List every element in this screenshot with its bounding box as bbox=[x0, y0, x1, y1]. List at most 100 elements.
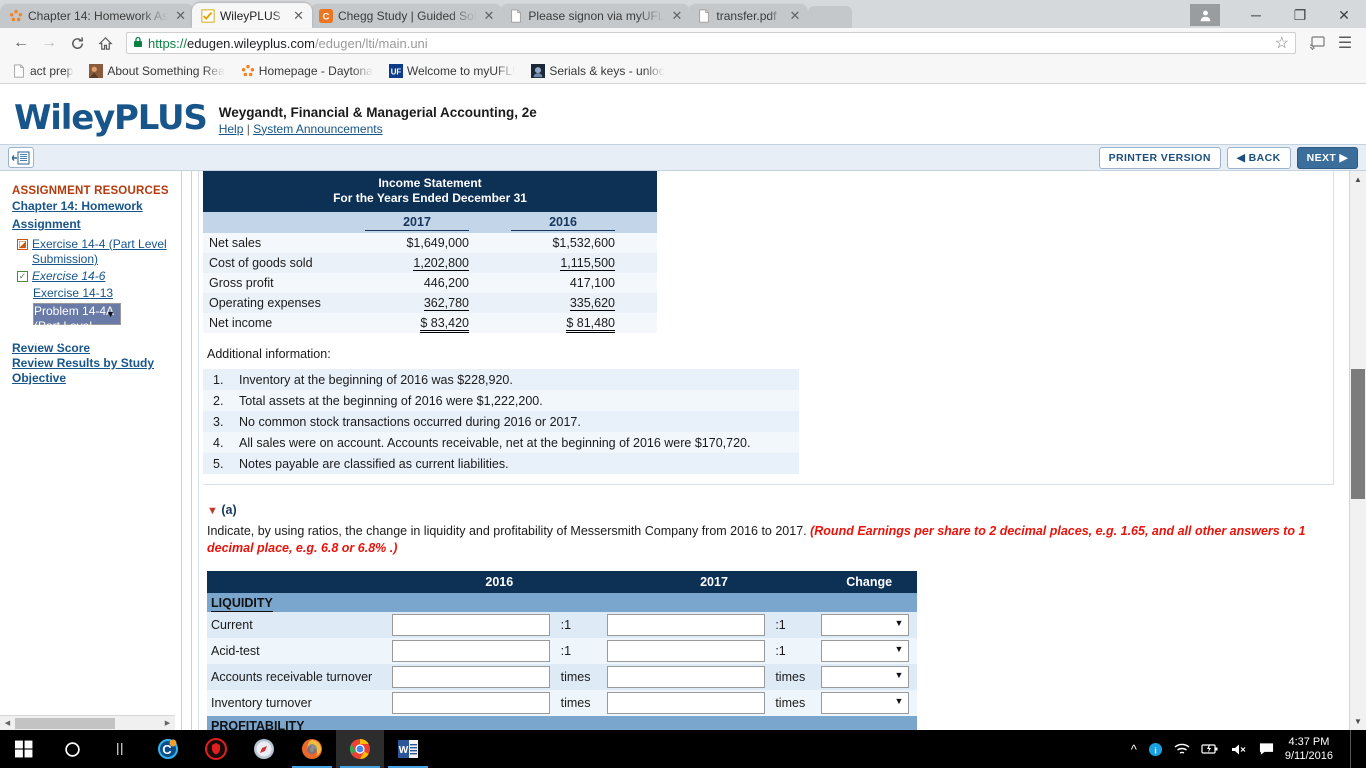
svg-text:W: W bbox=[399, 745, 409, 756]
new-tab-button[interactable] bbox=[808, 6, 853, 28]
scroll-up-icon[interactable]: ▲ bbox=[1350, 171, 1366, 188]
bookmark-item[interactable]: About Something Rea bbox=[83, 63, 230, 78]
row-label: Gross profit bbox=[209, 276, 274, 290]
ar-turnover-change-select[interactable] bbox=[821, 666, 910, 688]
tab-title: transfer.pdf bbox=[716, 8, 777, 23]
scroll-right-icon[interactable]: ▶ bbox=[160, 719, 175, 727]
scroll-down-icon[interactable]: ▼ bbox=[1350, 713, 1366, 730]
sidebar-item-exercise-14-6[interactable]: ✓ Exercise 14-6 bbox=[12, 269, 198, 284]
scrollbar-thumb[interactable] bbox=[1351, 369, 1365, 499]
action-center-icon[interactable] bbox=[1259, 742, 1274, 756]
close-window-button[interactable]: ✕ bbox=[1322, 0, 1366, 30]
sidebar-item-exercise-14-13[interactable]: Exercise 14-13 bbox=[12, 286, 198, 301]
acid-test-2017-input[interactable] bbox=[606, 640, 765, 662]
browser-tab[interactable]: transfer.pdf ✕ bbox=[688, 3, 809, 28]
volume-muted-icon[interactable] bbox=[1230, 743, 1248, 756]
unit-label: times bbox=[775, 696, 806, 710]
bookmark-item[interactable]: Serials & keys - unloc bbox=[525, 63, 670, 78]
chrome-menu-icon[interactable]: ☰ bbox=[1332, 30, 1358, 56]
sidebar-item-exercise-14-4[interactable]: ◪ Exercise 14-4 (Part Level Submission) bbox=[12, 237, 198, 267]
page-icon bbox=[511, 8, 522, 23]
taskbar-app-compass[interactable] bbox=[240, 730, 288, 768]
tab-strip: Chapter 14: Homework As ✕ WileyPLUS ✕ C … bbox=[0, 0, 1366, 28]
section-a-header[interactable]: ▼ (a) bbox=[207, 503, 1334, 517]
acid-test-2016-input[interactable] bbox=[391, 640, 550, 662]
close-icon[interactable]: ✕ bbox=[291, 9, 306, 22]
ar-turnover-2017-input[interactable] bbox=[606, 666, 765, 688]
inventory-turnover-2016-input[interactable] bbox=[391, 692, 550, 714]
close-icon[interactable]: ✕ bbox=[669, 9, 684, 22]
task-view-icon bbox=[117, 743, 123, 755]
review-results-link[interactable]: Review Results by Study Objective bbox=[12, 356, 198, 386]
next-button[interactable]: NEXT ▶ bbox=[1296, 146, 1358, 169]
bookmark-item[interactable]: Homepage - Daytona bbox=[235, 64, 379, 78]
taskbar-app-antivirus[interactable] bbox=[192, 730, 240, 768]
tab-title: Chegg Study | Guided Sol bbox=[337, 8, 477, 23]
book-title: Weygandt, Financial & Managerial Account… bbox=[218, 104, 537, 120]
clock-time: 4:37 PM bbox=[1288, 736, 1330, 748]
cortana-search-button[interactable] bbox=[48, 730, 96, 768]
bookmark-star-icon[interactable]: ☆ bbox=[1275, 33, 1289, 53]
ar-turnover-2016-input[interactable] bbox=[391, 666, 550, 688]
task-view-button[interactable] bbox=[96, 730, 144, 768]
current-change-select[interactable] bbox=[821, 614, 910, 636]
maximize-button[interactable]: ❐ bbox=[1278, 0, 1322, 30]
profile-icon[interactable] bbox=[1190, 4, 1220, 26]
start-button[interactable] bbox=[0, 730, 48, 768]
acid-test-change-select[interactable] bbox=[821, 640, 910, 662]
taskbar-clock[interactable]: 4:37 PM 9/11/2016 bbox=[1285, 735, 1339, 763]
minimize-button[interactable]: ─ bbox=[1234, 0, 1278, 30]
bookmark-item[interactable]: UF Welcome to myUFL! bbox=[383, 63, 521, 78]
system-announcements-link[interactable]: System Announcements bbox=[253, 122, 382, 136]
browser-tab[interactable]: Please signon via myUFL ✕ bbox=[500, 3, 691, 28]
section-band-liquidity: LIQUIDITY bbox=[207, 593, 917, 612]
sidebar-horizontal-scrollbar[interactable]: ◀ ▶ bbox=[0, 715, 175, 730]
reload-icon[interactable] bbox=[64, 30, 90, 56]
forward-icon[interactable]: → bbox=[36, 30, 62, 56]
triangle-down-icon[interactable]: ▼ bbox=[207, 505, 218, 517]
realtek-icon[interactable]: i bbox=[1148, 742, 1163, 757]
address-bar[interactable]: https://edugen.wileyplus.com/edugen/lti/… bbox=[126, 32, 1296, 54]
band-label: PROFITABILITY bbox=[211, 718, 305, 730]
printer-version-button[interactable]: PRINTER VERSION bbox=[1098, 146, 1221, 169]
battery-icon[interactable] bbox=[1201, 743, 1219, 755]
column-header-blank bbox=[207, 571, 392, 593]
tray-chevron-icon[interactable]: ^ bbox=[1131, 742, 1137, 757]
collapse-sidebar-button[interactable] bbox=[8, 147, 34, 168]
bookmark-label: act prep bbox=[30, 63, 74, 78]
content-vertical-scrollbar[interactable]: ▲ ▼ bbox=[1349, 171, 1366, 730]
browser-tab[interactable]: Chapter 14: Homework As ✕ bbox=[0, 3, 194, 28]
browser-tab[interactable]: C Chegg Study | Guided Sol ✕ bbox=[309, 3, 503, 28]
close-icon[interactable]: ✕ bbox=[482, 9, 497, 22]
home-icon[interactable] bbox=[92, 30, 118, 56]
current-2016-input[interactable] bbox=[391, 614, 550, 636]
taskbar-app-word[interactable]: W bbox=[384, 730, 432, 768]
complete-check-icon: ✓ bbox=[17, 271, 28, 282]
wifi-icon[interactable] bbox=[1174, 743, 1190, 756]
item-text: Inventory at the beginning of 2016 was $… bbox=[239, 372, 513, 387]
back-icon[interactable]: ← bbox=[8, 30, 34, 56]
taskbar-app-firefox[interactable] bbox=[288, 730, 336, 768]
sidebar-item-label: Problem 14-4A (Part Level Submission) bbox=[33, 303, 121, 348]
close-icon[interactable]: ✕ bbox=[173, 9, 188, 22]
show-desktop-button[interactable] bbox=[1350, 730, 1356, 768]
bookmark-item[interactable]: act prep bbox=[6, 64, 79, 78]
sidebar-item-problem-14-4a[interactable]: Problem 14-4A (Part Level Submission) bbox=[12, 303, 198, 348]
inventory-turnover-2017-input[interactable] bbox=[606, 692, 765, 714]
bookmark-label: Homepage - Daytona bbox=[258, 63, 373, 78]
taskbar-app-ccleaner[interactable]: C bbox=[144, 730, 192, 768]
inventory-turnover-change-select[interactable] bbox=[821, 692, 910, 714]
assignment-toolbar: PRINTER VERSION ◀ BACK NEXT ▶ bbox=[0, 144, 1366, 171]
unit-label: :1 bbox=[775, 618, 786, 632]
bookmark-label: Welcome to myUFL! bbox=[406, 63, 516, 78]
back-button[interactable]: ◀ BACK bbox=[1226, 146, 1291, 169]
browser-tab-active[interactable]: WileyPLUS ✕ bbox=[191, 3, 312, 28]
taskbar-app-chrome[interactable] bbox=[336, 730, 384, 768]
help-link[interactable]: Help bbox=[219, 122, 244, 136]
current-2017-input[interactable] bbox=[606, 614, 765, 636]
cast-icon[interactable] bbox=[1304, 30, 1330, 56]
close-icon[interactable]: ✕ bbox=[787, 9, 802, 22]
scrollbar-thumb[interactable] bbox=[15, 717, 115, 729]
scroll-left-icon[interactable]: ◀ bbox=[0, 719, 15, 727]
sidebar-chapter-link[interactable]: Chapter 14: Homework Assignment bbox=[12, 199, 143, 231]
